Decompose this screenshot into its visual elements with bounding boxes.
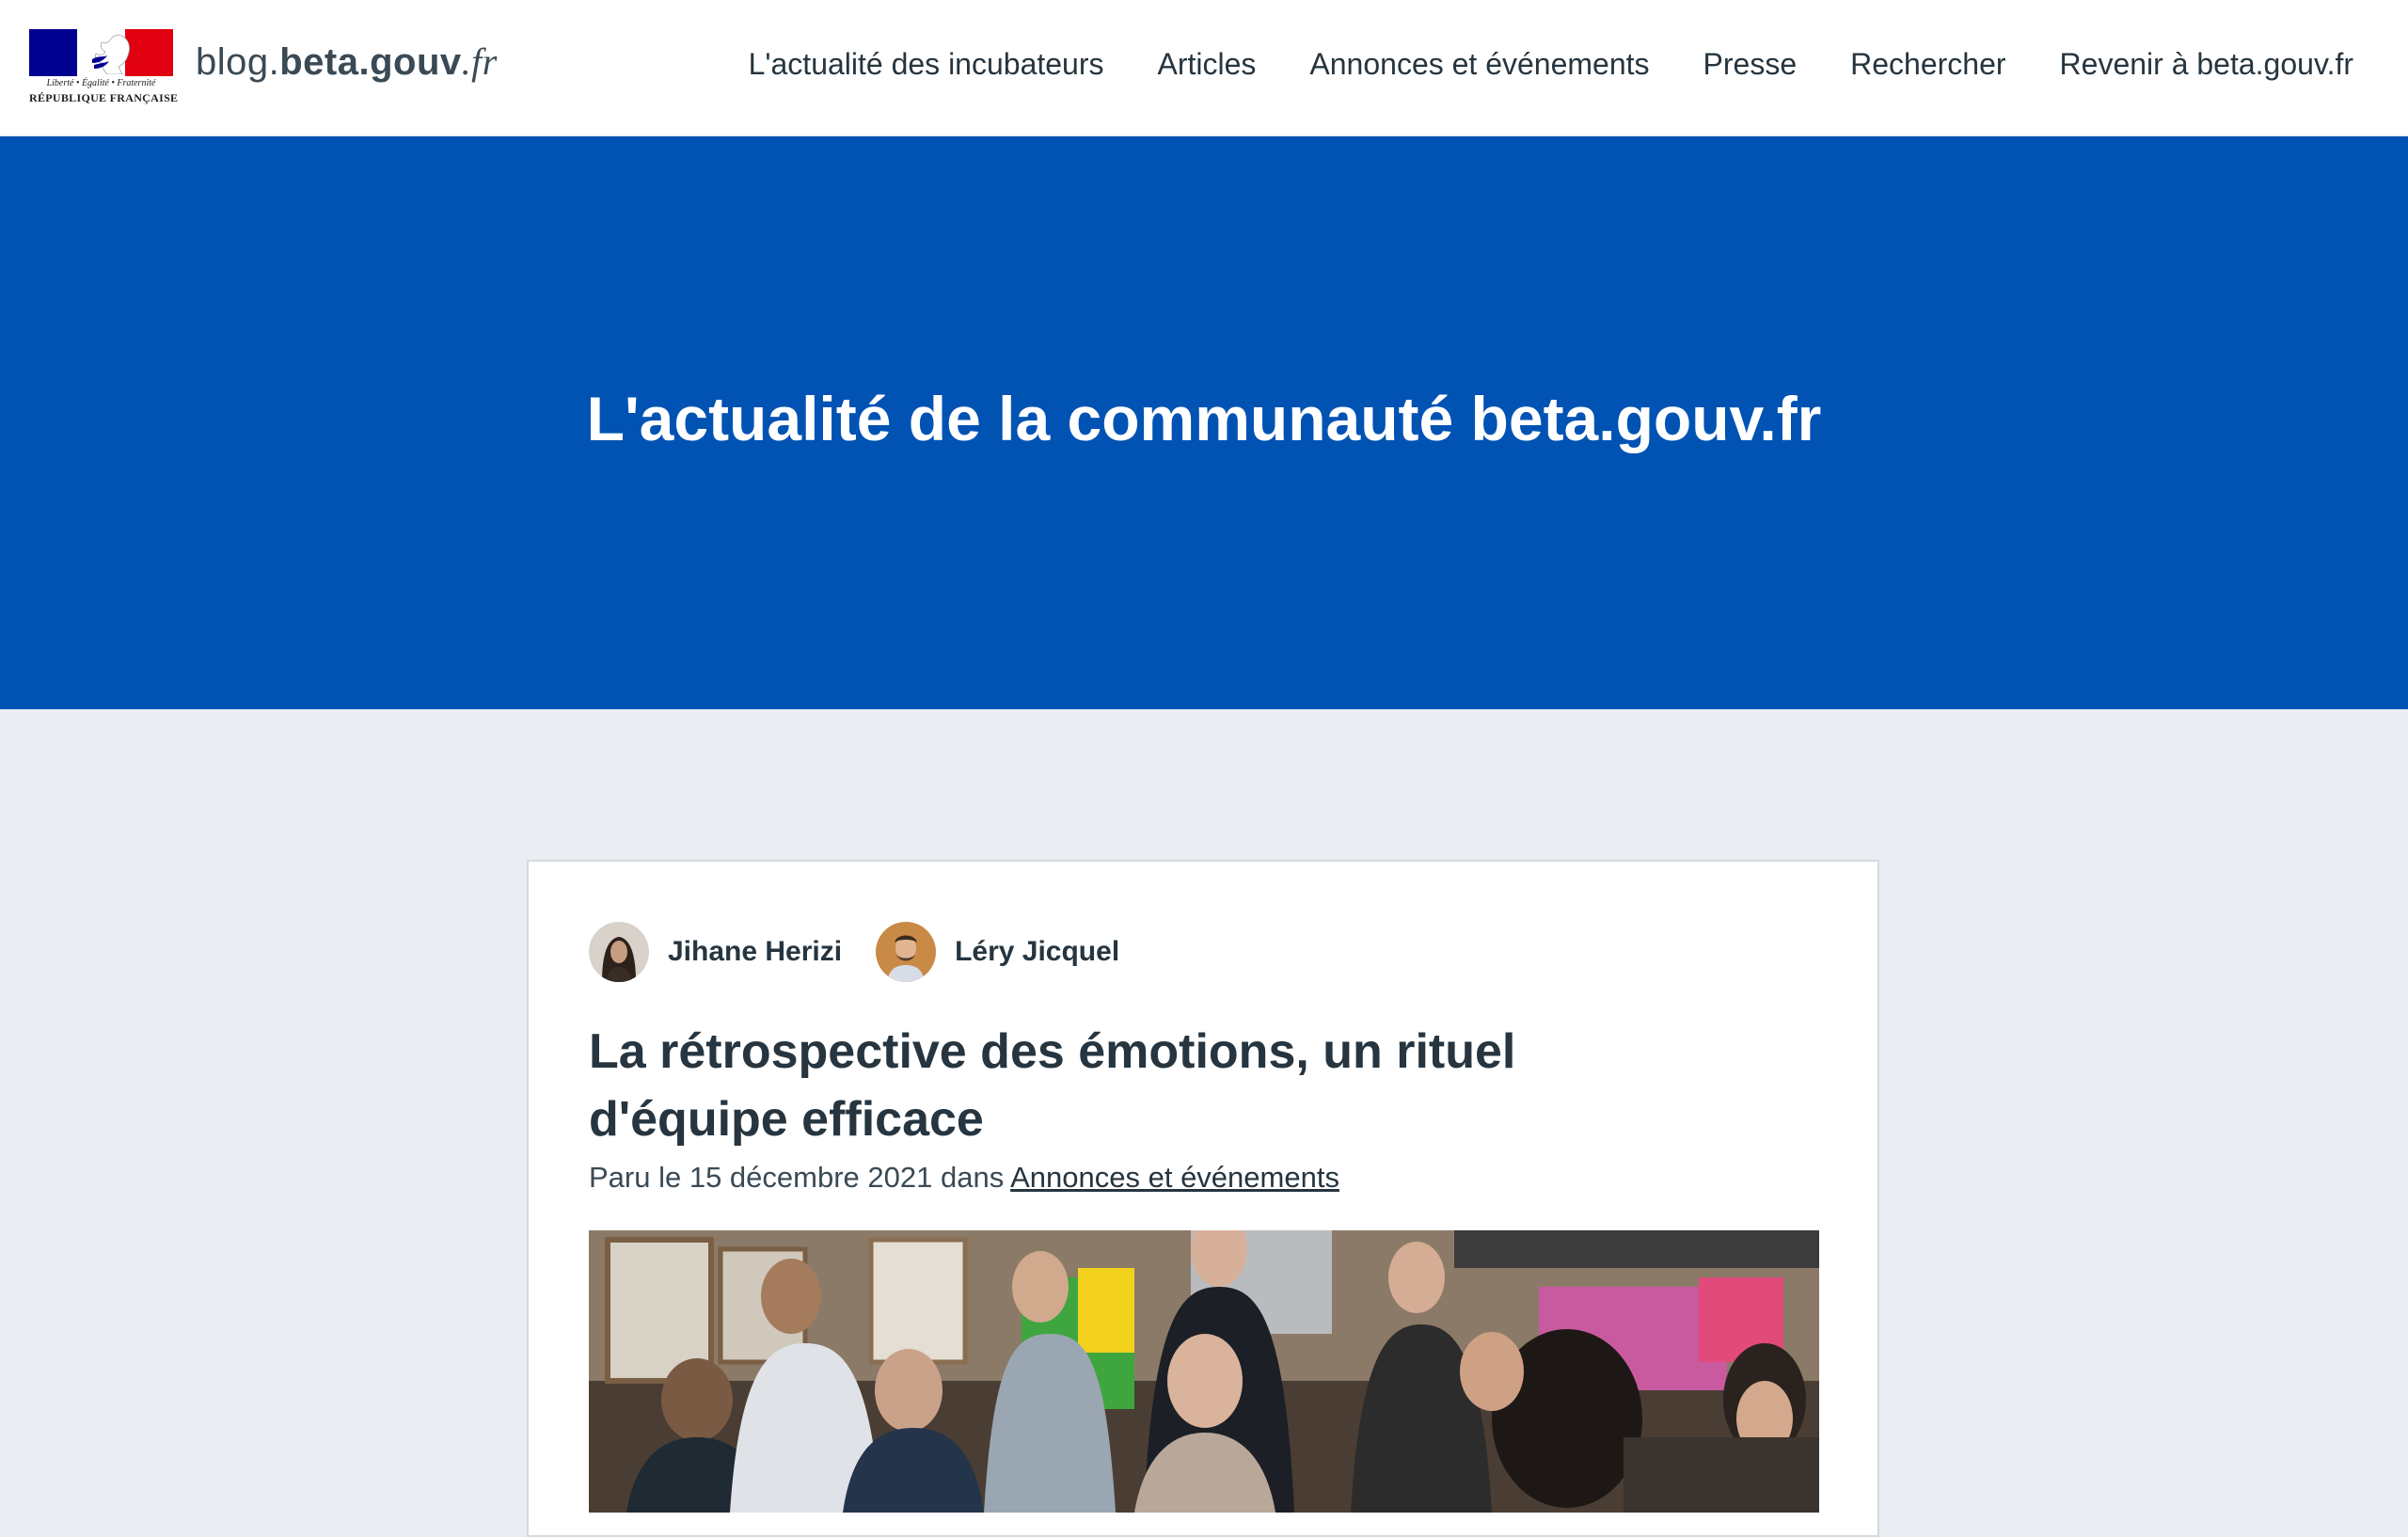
hero-title: L'actualité de la communauté beta.gouv.f… [586, 384, 1822, 453]
site-name-link[interactable]: blog.beta.gouv.fr [196, 40, 498, 84]
author-item[interactable]: Léry Jicquel [876, 922, 1119, 982]
nav-link-rechercher[interactable]: Rechercher [1850, 47, 2005, 82]
site-name-suffix: .fr [461, 40, 498, 83]
republique-francaise-label: RÉPUBLIQUE FRANÇAISE [29, 91, 179, 104]
nav-link-incubateurs[interactable]: L'actualité des incubateurs [749, 47, 1104, 82]
site-name-prefix: blog. [196, 41, 280, 83]
group-meeting-photo [589, 1230, 1819, 1513]
author-item[interactable]: Jihane Herizi [589, 922, 842, 982]
republique-francaise-logo[interactable]: Liberté • Égalité • Fraternité RÉPUBLIQU… [29, 29, 179, 108]
author-name: Léry Jicquel [955, 936, 1120, 967]
article-authors: Jihane Herizi Léry Jicquel [589, 922, 1153, 982]
site-header: Liberté • Égalité • Fraternité RÉPUBLIQU… [0, 0, 2408, 136]
nav-link-articles[interactable]: Articles [1158, 47, 1257, 82]
tricolor-flag [29, 29, 173, 76]
nav-link-annonces[interactable]: Annonces et événements [1309, 47, 1649, 82]
site-name-main: beta.gouv [279, 41, 462, 83]
article-cover-image[interactable] [589, 1230, 1819, 1513]
article-date: Paru le 15 décembre 2021 dans [589, 1161, 1005, 1194]
author-name: Jihane Herizi [668, 936, 843, 967]
author-avatar [876, 922, 937, 982]
article-title[interactable]: La rétrospective des émotions, un rituel… [589, 1018, 1718, 1153]
marianne-icon [92, 34, 130, 74]
article-meta: Paru le 15 décembre 2021 dans Annonces e… [589, 1161, 1339, 1195]
republic-motto: Liberté • Égalité • Fraternité [46, 78, 156, 88]
author-avatar [589, 922, 649, 982]
main-navigation: L'actualité des incubateurs Articles Ann… [695, 47, 2353, 82]
hero-banner: L'actualité de la communauté beta.gouv.f… [0, 136, 2408, 709]
article-card[interactable]: Jihane Herizi Léry Jicquel La rétrospect… [527, 860, 1879, 1537]
nav-link-presse[interactable]: Presse [1703, 47, 1798, 82]
article-category-link[interactable]: Annonces et événements [1010, 1161, 1339, 1194]
nav-link-beta-gouv[interactable]: Revenir à beta.gouv.fr [2060, 47, 2353, 82]
